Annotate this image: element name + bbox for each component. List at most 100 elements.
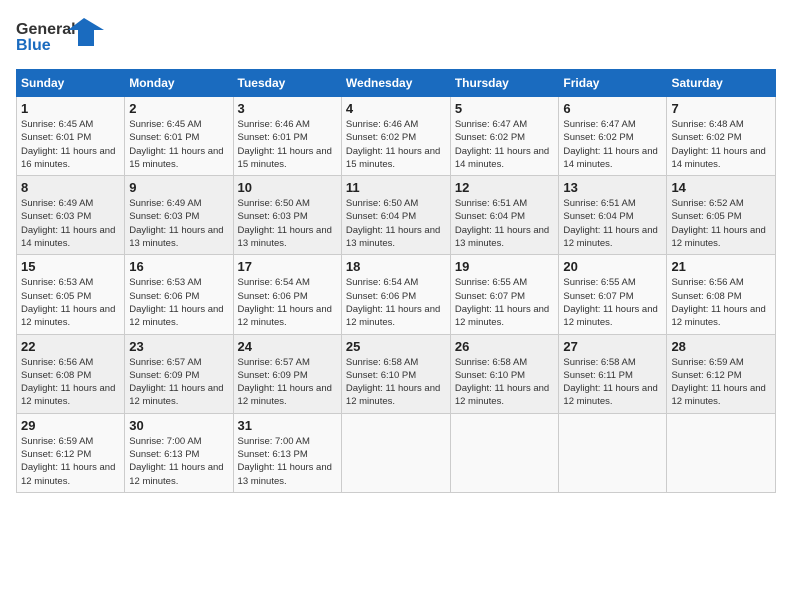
day-cell: 5 Sunrise: 6:47 AM Sunset: 6:02 PM Daylig… — [450, 97, 559, 176]
day-info: Sunrise: 6:46 AM Sunset: 6:02 PM Dayligh… — [346, 118, 446, 171]
day-cell: 15Sunrise: 6:53 AM Sunset: 6:05 PM Dayli… — [17, 255, 125, 334]
day-number: 11 — [346, 180, 446, 195]
day-number: 21 — [671, 259, 771, 274]
day-cell — [667, 413, 776, 492]
day-cell: 8Sunrise: 6:49 AM Sunset: 6:03 PM Daylig… — [17, 176, 125, 255]
calendar-header-row: SundayMondayTuesdayWednesdayThursdayFrid… — [17, 70, 776, 97]
svg-text:Blue: Blue — [16, 37, 51, 54]
day-number: 18 — [346, 259, 446, 274]
page-header: GeneralBlue — [16, 16, 776, 61]
day-number: 1 — [21, 101, 120, 116]
day-info: Sunrise: 6:45 AM Sunset: 6:01 PM Dayligh… — [129, 118, 228, 171]
calendar-body: 1 Sunrise: 6:45 AM Sunset: 6:01 PM Daylig… — [17, 97, 776, 493]
day-cell: 4 Sunrise: 6:46 AM Sunset: 6:02 PM Daylig… — [341, 97, 450, 176]
day-cell: 14 Sunrise: 6:52 AM Sunset: 6:05 PM Dayli… — [667, 176, 776, 255]
day-info: Sunrise: 6:51 AM Sunset: 6:04 PM Dayligh… — [563, 197, 662, 250]
day-number: 5 — [455, 101, 555, 116]
day-info: Sunrise: 6:55 AM Sunset: 6:07 PM Dayligh… — [455, 276, 555, 329]
header-cell-thursday: Thursday — [450, 70, 559, 97]
header-cell-sunday: Sunday — [17, 70, 125, 97]
day-info: Sunrise: 6:57 AM Sunset: 6:09 PM Dayligh… — [238, 356, 337, 409]
week-row-4: 22 Sunrise: 6:56 AM Sunset: 6:08 PM Dayli… — [17, 334, 776, 413]
day-info: Sunrise: 6:47 AM Sunset: 6:02 PM Dayligh… — [455, 118, 555, 171]
day-number: 10 — [238, 180, 337, 195]
day-number: 19 — [455, 259, 555, 274]
day-info: Sunrise: 6:45 AM Sunset: 6:01 PM Dayligh… — [21, 118, 120, 171]
day-info: Sunrise: 6:56 AM Sunset: 6:08 PM Dayligh… — [671, 276, 771, 329]
day-number: 25 — [346, 339, 446, 354]
day-number: 30 — [129, 418, 228, 433]
day-cell: 1 Sunrise: 6:45 AM Sunset: 6:01 PM Daylig… — [17, 97, 125, 176]
logo-svg: GeneralBlue — [16, 16, 106, 61]
day-cell: 22 Sunrise: 6:56 AM Sunset: 6:08 PM Dayli… — [17, 334, 125, 413]
day-number: 9 — [129, 180, 228, 195]
day-cell: 10 Sunrise: 6:50 AM Sunset: 6:03 PM Dayli… — [233, 176, 341, 255]
day-cell: 29 Sunrise: 6:59 AM Sunset: 6:12 PM Dayli… — [17, 413, 125, 492]
day-cell: 17 Sunrise: 6:54 AM Sunset: 6:06 PM Dayli… — [233, 255, 341, 334]
day-number: 6 — [563, 101, 662, 116]
week-row-3: 15Sunrise: 6:53 AM Sunset: 6:05 PM Dayli… — [17, 255, 776, 334]
day-cell: 30Sunrise: 7:00 AM Sunset: 6:13 PM Dayli… — [125, 413, 233, 492]
day-number: 29 — [21, 418, 120, 433]
day-number: 15 — [21, 259, 120, 274]
day-number: 16 — [129, 259, 228, 274]
week-row-5: 29 Sunrise: 6:59 AM Sunset: 6:12 PM Dayli… — [17, 413, 776, 492]
header-cell-monday: Monday — [125, 70, 233, 97]
day-number: 8 — [21, 180, 120, 195]
day-cell: 26 Sunrise: 6:58 AM Sunset: 6:10 PM Dayli… — [450, 334, 559, 413]
day-number: 7 — [671, 101, 771, 116]
day-info: Sunrise: 6:49 AM Sunset: 6:03 PM Dayligh… — [129, 197, 228, 250]
day-cell: 13 Sunrise: 6:51 AM Sunset: 6:04 PM Dayli… — [559, 176, 667, 255]
day-cell: 27 Sunrise: 6:58 AM Sunset: 6:11 PM Dayli… — [559, 334, 667, 413]
day-number: 2 — [129, 101, 228, 116]
svg-text:General: General — [16, 21, 76, 38]
day-info: Sunrise: 6:58 AM Sunset: 6:11 PM Dayligh… — [563, 356, 662, 409]
day-info: Sunrise: 6:55 AM Sunset: 6:07 PM Dayligh… — [563, 276, 662, 329]
day-number: 20 — [563, 259, 662, 274]
day-cell: 9 Sunrise: 6:49 AM Sunset: 6:03 PM Daylig… — [125, 176, 233, 255]
day-cell: 16Sunrise: 6:53 AM Sunset: 6:06 PM Dayli… — [125, 255, 233, 334]
day-cell: 19 Sunrise: 6:55 AM Sunset: 6:07 PM Dayli… — [450, 255, 559, 334]
day-number: 27 — [563, 339, 662, 354]
day-cell: 18Sunrise: 6:54 AM Sunset: 6:06 PM Dayli… — [341, 255, 450, 334]
day-cell: 7 Sunrise: 6:48 AM Sunset: 6:02 PM Daylig… — [667, 97, 776, 176]
day-cell — [450, 413, 559, 492]
logo: GeneralBlue — [16, 16, 106, 61]
day-info: Sunrise: 6:58 AM Sunset: 6:10 PM Dayligh… — [346, 356, 446, 409]
day-number: 14 — [671, 180, 771, 195]
header-cell-saturday: Saturday — [667, 70, 776, 97]
day-info: Sunrise: 6:54 AM Sunset: 6:06 PM Dayligh… — [238, 276, 337, 329]
day-number: 17 — [238, 259, 337, 274]
day-cell: 3 Sunrise: 6:46 AM Sunset: 6:01 PM Daylig… — [233, 97, 341, 176]
day-info: Sunrise: 6:52 AM Sunset: 6:05 PM Dayligh… — [671, 197, 771, 250]
day-info: Sunrise: 6:50 AM Sunset: 6:04 PM Dayligh… — [346, 197, 446, 250]
day-number: 13 — [563, 180, 662, 195]
day-number: 4 — [346, 101, 446, 116]
day-number: 3 — [238, 101, 337, 116]
day-cell: 31Sunrise: 7:00 AM Sunset: 6:13 PM Dayli… — [233, 413, 341, 492]
day-cell: 21 Sunrise: 6:56 AM Sunset: 6:08 PM Dayli… — [667, 255, 776, 334]
day-cell: 2 Sunrise: 6:45 AM Sunset: 6:01 PM Daylig… — [125, 97, 233, 176]
day-number: 22 — [21, 339, 120, 354]
day-info: Sunrise: 6:48 AM Sunset: 6:02 PM Dayligh… — [671, 118, 771, 171]
day-info: Sunrise: 6:50 AM Sunset: 6:03 PM Dayligh… — [238, 197, 337, 250]
day-cell: 6 Sunrise: 6:47 AM Sunset: 6:02 PM Daylig… — [559, 97, 667, 176]
day-cell — [559, 413, 667, 492]
day-number: 24 — [238, 339, 337, 354]
day-info: Sunrise: 7:00 AM Sunset: 6:13 PM Dayligh… — [238, 435, 337, 488]
day-info: Sunrise: 6:58 AM Sunset: 6:10 PM Dayligh… — [455, 356, 555, 409]
header-cell-tuesday: Tuesday — [233, 70, 341, 97]
day-number: 12 — [455, 180, 555, 195]
day-number: 26 — [455, 339, 555, 354]
day-info: Sunrise: 6:56 AM Sunset: 6:08 PM Dayligh… — [21, 356, 120, 409]
day-cell: 20 Sunrise: 6:55 AM Sunset: 6:07 PM Dayli… — [559, 255, 667, 334]
day-info: Sunrise: 6:59 AM Sunset: 6:12 PM Dayligh… — [21, 435, 120, 488]
day-info: Sunrise: 6:47 AM Sunset: 6:02 PM Dayligh… — [563, 118, 662, 171]
day-cell: 11 Sunrise: 6:50 AM Sunset: 6:04 PM Dayli… — [341, 176, 450, 255]
day-info: Sunrise: 6:59 AM Sunset: 6:12 PM Dayligh… — [671, 356, 771, 409]
day-number: 23 — [129, 339, 228, 354]
day-cell: 28Sunrise: 6:59 AM Sunset: 6:12 PM Dayli… — [667, 334, 776, 413]
week-row-1: 1 Sunrise: 6:45 AM Sunset: 6:01 PM Daylig… — [17, 97, 776, 176]
day-info: Sunrise: 6:46 AM Sunset: 6:01 PM Dayligh… — [238, 118, 337, 171]
day-cell: 23Sunrise: 6:57 AM Sunset: 6:09 PM Dayli… — [125, 334, 233, 413]
